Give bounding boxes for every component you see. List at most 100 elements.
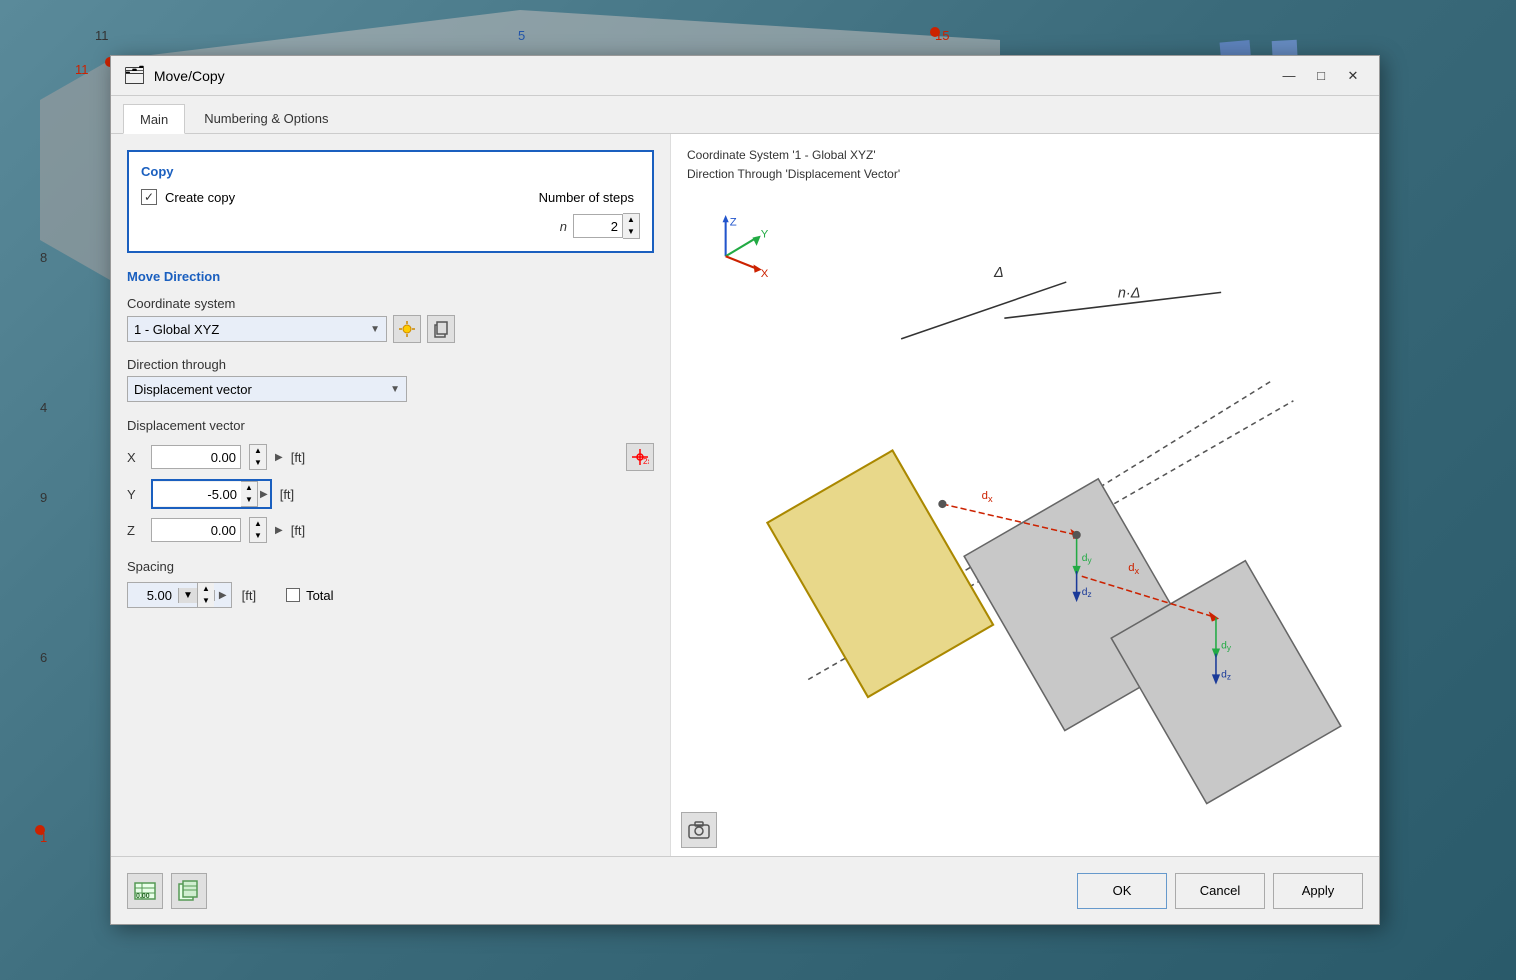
svg-text:Y: Y [761, 229, 769, 241]
copy-section-title: Copy [141, 164, 640, 179]
x-input[interactable]: 0.00 [151, 445, 241, 469]
camera-button[interactable] [681, 812, 717, 848]
spacing-down-button[interactable]: ▼ [198, 595, 214, 607]
coord-icon-btn-2[interactable] [427, 315, 455, 343]
steps-down-button[interactable]: ▼ [623, 226, 639, 238]
steps-input[interactable]: 2 [573, 214, 623, 238]
direction-through-label: Direction through [127, 357, 654, 372]
apply-button[interactable]: Apply [1273, 873, 1363, 909]
coordinate-system-dropdown[interactable]: 1 - Global XYZ ▼ [127, 316, 387, 342]
create-copy-checkbox[interactable] [141, 189, 157, 205]
bg-num-5: 5 [518, 28, 525, 43]
z-unit: [ft] [291, 523, 305, 538]
bg-num-11-top: 11 [95, 28, 109, 43]
svg-text:n·Δ: n·Δ [1118, 286, 1141, 302]
y-up-button[interactable]: ▲ [241, 482, 257, 494]
svg-text:Z: Z [730, 216, 737, 228]
y-arrow-button[interactable]: ▶ [258, 489, 270, 500]
y-label: Y [127, 487, 143, 502]
move-copy-dialog: 🗂 Move/Copy — □ ✕ Main Numbering & Optio… [110, 55, 1380, 925]
x-unit: [ft] [291, 450, 305, 465]
crosshair-icon-btn[interactable]: 2x [626, 443, 654, 471]
svg-text:2x: 2x [643, 457, 649, 466]
x-arrow-button[interactable]: ▶ [275, 452, 283, 463]
move-direction-title: Move Direction [127, 269, 654, 284]
z-label: Z [127, 523, 143, 538]
direction-through-row: Displacement vector ▼ [127, 376, 654, 402]
coordinate-system-value: 1 - Global XYZ [134, 322, 219, 337]
spacing-arrow-button[interactable]: ▶ [214, 590, 231, 601]
crosshair-icon: 2x [631, 448, 649, 466]
x-down-button[interactable]: ▼ [250, 457, 266, 469]
bottom-left-buttons: 0.00 [127, 873, 207, 909]
ok-button[interactable]: OK [1077, 873, 1167, 909]
direction-through-value: Displacement vector [134, 382, 252, 397]
camera-icon [688, 821, 710, 839]
total-checkbox[interactable] [286, 588, 300, 602]
right-panel: Coordinate System '1 - Global XYZ' Direc… [671, 134, 1379, 856]
coord-icon-btn-1[interactable] [393, 315, 421, 343]
svg-text:0.00: 0.00 [136, 893, 150, 900]
bg-num-11-left: 11 [75, 62, 89, 77]
steps-group: Number of steps [539, 190, 640, 205]
table-icon-button[interactable]: 0.00 [127, 873, 163, 909]
total-row: Total [286, 588, 333, 603]
direction-through-group: Direction through Displacement vector ▼ [127, 357, 654, 402]
left-panel: Copy Create copy Number of steps n 2 [111, 134, 671, 856]
move-direction-section: Move Direction Coordinate system 1 - Glo… [127, 269, 654, 402]
y-input-container: -5.00 ▲ ▼ ▶ [151, 479, 272, 509]
steps-up-button[interactable]: ▲ [623, 214, 639, 226]
diagram-svg: Z Y X Δ n·Δ [671, 184, 1379, 824]
spacing-input[interactable]: 5.00 [128, 585, 178, 606]
minimize-button[interactable]: — [1275, 64, 1303, 88]
create-copy-label: Create copy [165, 190, 235, 205]
y-input[interactable]: -5.00 [153, 482, 241, 506]
z-down-button[interactable]: ▼ [250, 530, 266, 542]
steps-n-label: n [560, 219, 567, 234]
camera-btn-container [681, 812, 717, 848]
content-area: Copy Create copy Number of steps n 2 [111, 134, 1379, 856]
copy-icon [432, 320, 450, 338]
steps-spinbox: 2 ▲ ▼ [573, 213, 640, 239]
bg-num-4: 4 [40, 400, 47, 415]
z-arrow-button[interactable]: ▶ [275, 525, 283, 536]
spacing-dropdown-button[interactable]: ▼ [178, 588, 197, 603]
create-copy-row: Create copy [141, 189, 235, 205]
displacement-section: Displacement vector X 0.00 ▲ ▼ ▶ [ft] [127, 418, 654, 543]
bg-num-6: 6 [40, 650, 47, 665]
copy-row: Create copy Number of steps [141, 189, 640, 205]
bottom-bar: 0.00 OK Cancel Apply [111, 856, 1379, 924]
dialog-title: Move/Copy [154, 68, 225, 84]
diagram-info-line2: Direction Through 'Displacement Vector' [687, 165, 1363, 184]
y-row: Y -5.00 ▲ ▼ ▶ [ft] [127, 479, 654, 509]
title-controls: — □ ✕ [1275, 64, 1367, 88]
y-down-button[interactable]: ▼ [241, 494, 257, 506]
z-input[interactable]: 0.00 [151, 518, 241, 542]
z-row: Z 0.00 ▲ ▼ ▶ [ft] [127, 517, 654, 543]
maximize-button[interactable]: □ [1307, 64, 1335, 88]
spacing-up-button[interactable]: ▲ [198, 583, 214, 595]
copy-table-button[interactable] [171, 873, 207, 909]
cancel-button[interactable]: Cancel [1175, 873, 1265, 909]
tab-numbering[interactable]: Numbering & Options [187, 104, 345, 133]
direction-through-dropdown[interactable]: Displacement vector ▼ [127, 376, 407, 402]
spacing-unit: [ft] [242, 588, 256, 603]
y-unit: [ft] [280, 487, 294, 502]
steps-label: Number of steps [539, 190, 634, 205]
x-spin-buttons: ▲ ▼ [249, 444, 267, 470]
spacing-spin-buttons: ▲ ▼ [197, 583, 214, 607]
tab-main[interactable]: Main [123, 104, 185, 134]
close-button[interactable]: ✕ [1339, 64, 1367, 88]
steps-row: n 2 ▲ ▼ [141, 213, 640, 239]
x-row: X 0.00 ▲ ▼ ▶ [ft] 2x [127, 443, 654, 471]
spacing-input-group: 5.00 ▼ ▲ ▼ ▶ [127, 582, 232, 608]
coordinate-system-label: Coordinate system [127, 296, 654, 311]
title-left: 🗂 Move/Copy [123, 65, 225, 86]
bg-num-1: 1 [40, 830, 47, 845]
dialog-icon: 🗂 [123, 65, 146, 86]
z-up-button[interactable]: ▲ [250, 518, 266, 530]
steps-spin-buttons: ▲ ▼ [623, 213, 640, 239]
total-label: Total [306, 588, 333, 603]
x-up-button[interactable]: ▲ [250, 445, 266, 457]
title-bar: 🗂 Move/Copy — □ ✕ [111, 56, 1379, 96]
